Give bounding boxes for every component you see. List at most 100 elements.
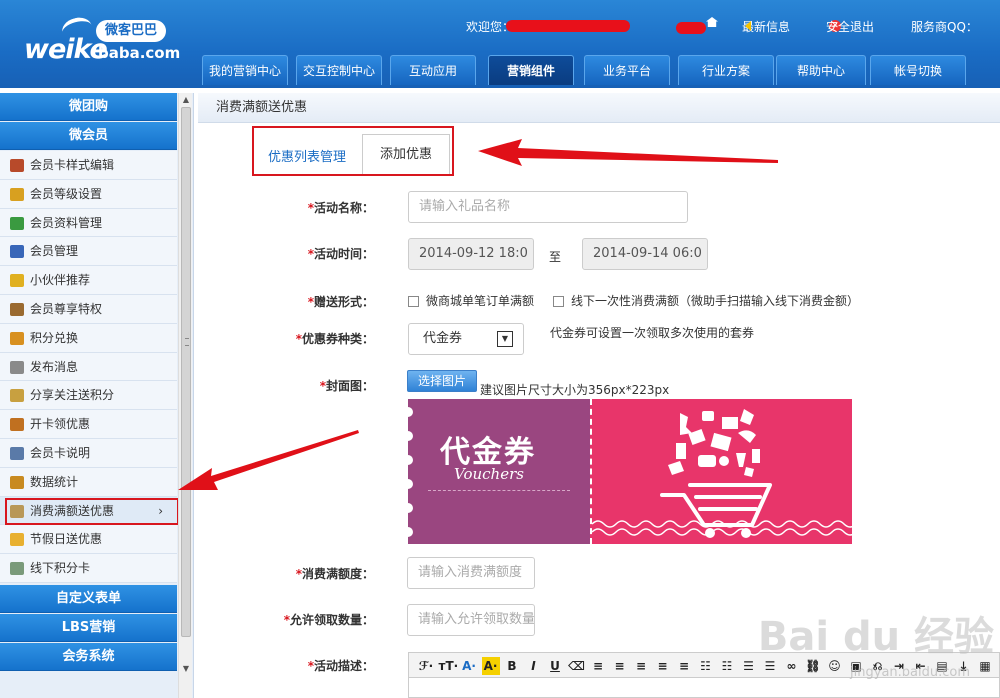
sidebar-item-label: 会员管理 — [30, 244, 79, 259]
sidebar-group-lbs[interactable]: LBS营销 — [0, 613, 177, 642]
editor-tool-button[interactable]: ☰ — [740, 657, 758, 675]
gift-offline-checkbox[interactable] — [553, 296, 564, 307]
active-highlight — [5, 497, 179, 525]
sidebar-item[interactable]: 会员管理 — [0, 237, 177, 267]
logo[interactable]: weike baba.com 微客巴巴 — [22, 14, 182, 72]
description-editor[interactable] — [408, 678, 1000, 698]
editor-tool-button[interactable]: I — [525, 657, 543, 675]
nav-tab-industry-solutions[interactable]: 行业方案 — [678, 55, 774, 85]
sidebar-group-membership[interactable]: 微会员 — [0, 122, 177, 150]
menu-item-icon — [10, 159, 24, 172]
sidebar-item[interactable]: 数据统计 — [0, 467, 177, 497]
sidebar-group-group-buy[interactable]: 微团购 — [0, 93, 177, 121]
activity-name-input[interactable]: 请输入礼品名称 — [408, 191, 688, 223]
amount-input[interactable]: 请输入消费满额度 — [407, 557, 535, 589]
menu-item-icon — [10, 446, 24, 460]
editor-tool-button[interactable]: ≡ — [589, 657, 607, 675]
scroll-up-icon[interactable]: ▲ — [181, 95, 191, 105]
menu-item-icon — [10, 418, 24, 432]
watermark-logo: Bai du 经验 — [757, 614, 994, 660]
coupon-type-select[interactable]: 代金券 ▼ — [408, 323, 524, 355]
gift-online-checkbox[interactable] — [408, 296, 419, 307]
scroll-thumb[interactable] — [181, 107, 191, 637]
nav-tab-help-center[interactable]: 帮助中心 — [776, 55, 866, 85]
coupon-type-label: *优惠券种类： — [295, 332, 374, 346]
tab-add-coupon[interactable]: 添加优惠 — [362, 134, 450, 174]
latest-info-link[interactable]: 最新信息 — [742, 18, 790, 34]
chevron-down-icon: ▼ — [497, 331, 513, 347]
scroll-down-icon[interactable]: ▼ — [181, 664, 191, 674]
redacted-value — [676, 22, 706, 34]
menu-item-icon — [10, 360, 24, 374]
nav-tab-marketing-center[interactable]: 我的营销中心 — [202, 55, 288, 85]
editor-tool-button[interactable]: ≡ — [611, 657, 629, 675]
editor-tool-button[interactable]: ⌫ — [568, 657, 586, 675]
menu-item-icon — [10, 533, 24, 547]
gift-online-label: 微商城单笔订单满额 — [426, 294, 535, 308]
menu-item-icon — [10, 562, 24, 576]
sidebar-item[interactable]: 小伙伴推荐 — [0, 266, 177, 295]
coupon-notch — [408, 479, 413, 489]
time-separator: 至 — [549, 250, 562, 264]
sidebar-item[interactable]: 会员等级设置 — [0, 179, 177, 209]
editor-tool-button[interactable]: B — [503, 657, 521, 675]
home-icon[interactable] — [706, 17, 718, 27]
start-time-input[interactable]: 2014-09-12 18:0 — [408, 238, 534, 270]
sidebar-group-custom-form[interactable]: 自定义表单 — [0, 584, 177, 613]
coupon-notch — [408, 407, 413, 417]
menu-item-icon — [10, 245, 24, 259]
menu-item-icon — [10, 331, 24, 345]
sidebar-item[interactable]: 发布消息 — [0, 352, 177, 382]
tab-coupon-list[interactable]: 优惠列表管理 — [268, 146, 346, 165]
select-image-button[interactable]: 选择图片 — [407, 370, 478, 392]
sidebar-group-conference[interactable]: 会务系统 — [0, 642, 177, 671]
sidebar-item-label: 开卡领优惠 — [30, 417, 91, 432]
sidebar-item[interactable]: 分享关注送积分 — [0, 381, 177, 411]
nav-tab-marketing-components[interactable]: 营销组件 — [488, 55, 574, 85]
editor-tool-button[interactable]: ☷ — [718, 657, 736, 675]
sidebar-item[interactable]: 会员卡说明 — [0, 438, 177, 468]
coupon-notch — [408, 455, 413, 465]
editor-tool-button[interactable]: тT· — [439, 657, 459, 675]
sidebar-item[interactable]: 会员卡样式编辑 — [0, 151, 177, 180]
sidebar-item[interactable]: 线下积分卡 — [0, 554, 177, 583]
logout-link[interactable]: 安全退出 ✕ — [826, 18, 874, 34]
editor-tool-button[interactable]: ≡ — [675, 657, 693, 675]
nav-tab-interaction-control[interactable]: 交互控制中心 — [296, 55, 382, 85]
chevron-right-icon: › — [158, 503, 163, 518]
editor-tool-button[interactable]: ≡ — [654, 657, 672, 675]
header: weike baba.com 微客巴巴 欢迎您： 最新信息 安全退出 ✕ 服务商Q… — [0, 0, 1000, 88]
sidebar-item-label: 积分兑换 — [30, 330, 79, 345]
sidebar-scrollbar[interactable]: ▲ ▼ — [178, 93, 192, 698]
editor-tool-button[interactable]: ℱ· — [417, 657, 435, 675]
sidebar-item[interactable]: 积分兑换 — [0, 323, 177, 353]
nav-tab-interactive-apps[interactable]: 互动应用 — [390, 55, 476, 85]
nav-tab-account-switch[interactable]: 帐号切换 — [870, 55, 966, 85]
sidebar-item-label: 线下积分卡 — [30, 561, 91, 576]
sidebar-items: 会员卡样式编辑 会员等级设置 会员资料管理会员管理小伙伴推荐 会员尊享特权积分兑换发布… — [0, 151, 179, 583]
sidebar-item[interactable]: 开卡领优惠 — [0, 410, 177, 439]
sidebar-item-label: 节假日送优惠 — [30, 532, 103, 547]
menu-item-icon — [10, 187, 24, 201]
cover-image: 代金券 Vouchers — [408, 399, 852, 544]
cover-label: *封面图： — [319, 379, 374, 393]
editor-tool-button[interactable]: ☷ — [697, 657, 715, 675]
editor-tool-button[interactable]: A· — [481, 657, 500, 675]
menu-item-icon — [10, 475, 24, 489]
logo-cn: 微客巴巴 — [96, 20, 166, 42]
nav-tab-business-platform[interactable]: 业务平台 — [584, 55, 670, 85]
sidebar-item[interactable]: 会员资料管理 — [0, 208, 177, 238]
logo-main: weike — [24, 34, 108, 65]
sidebar: 微团购 微会员 会员卡样式编辑 会员等级设置 会员资料管理会员管理小伙伴推荐 会员尊享… — [0, 93, 194, 698]
sidebar-item[interactable]: 会员尊享特权 — [0, 294, 177, 324]
gift-form-label: *赠送形式： — [307, 295, 374, 309]
quantity-input[interactable]: 请输入允许领取数量 — [407, 604, 535, 636]
sidebar-item[interactable]: 节假日送优惠 — [0, 525, 177, 555]
menu-item-icon — [10, 389, 24, 403]
sidebar-item[interactable]: 消费满额送优惠 › — [0, 496, 179, 526]
wave-pattern — [592, 520, 852, 536]
end-time-input[interactable]: 2014-09-14 06:0 — [582, 238, 708, 270]
editor-tool-button[interactable]: A· — [460, 657, 478, 675]
editor-tool-button[interactable]: U — [546, 657, 564, 675]
editor-tool-button[interactable]: ≡ — [632, 657, 650, 675]
